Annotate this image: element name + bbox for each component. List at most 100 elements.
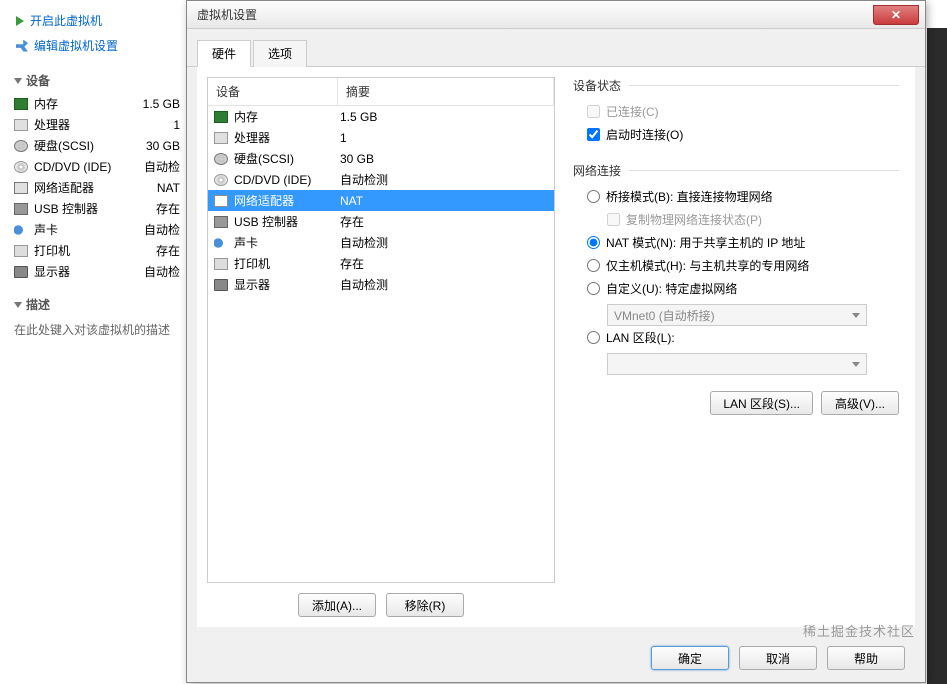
help-button[interactable]: 帮助 [827, 646, 905, 670]
nat-radio-row[interactable]: NAT 模式(N): 用于共享主机的 IP 地址 [571, 231, 899, 254]
chevron-down-icon [14, 78, 22, 84]
hardware-row[interactable]: 硬盘(SCSI)30 GB [208, 148, 554, 169]
network-buttons-row: LAN 区段(S)... 高级(V)... [571, 375, 899, 415]
device-name: 内存 [34, 95, 58, 112]
hardware-row[interactable]: 打印机存在 [208, 253, 554, 274]
dialog-footer: 确定 取消 帮助 [651, 646, 905, 670]
description-placeholder[interactable]: 在此处键入对该虚拟机的描述 [8, 317, 186, 342]
description-section-title: 描述 [26, 296, 50, 313]
summary-device-row[interactable]: 硬盘(SCSI)30 GB [8, 135, 186, 156]
summary-device-row[interactable]: 网络适配器 NAT [8, 177, 186, 198]
hardware-row[interactable]: 显示器自动检测 [208, 274, 554, 295]
custom-label: 自定义(U): 特定虚拟网络 [606, 280, 737, 297]
connect-at-poweron-checkbox[interactable] [587, 128, 600, 141]
dialog-titlebar[interactable]: 虚拟机设置 ✕ [187, 1, 925, 29]
hardware-row[interactable]: 处理器1 [208, 127, 554, 148]
summary-device-row[interactable]: 内存 1.5 GB [8, 93, 186, 114]
hw-summary: 1.5 GB [338, 110, 554, 124]
hw-name: CD/DVD (IDE) [234, 173, 311, 187]
custom-vmnet-combo: VMnet0 (自动桥接) [607, 304, 867, 326]
summary-device-row[interactable]: 显示器自动检 [8, 261, 186, 282]
devices-section-header[interactable]: 设备 [8, 58, 186, 93]
hardware-row[interactable]: USB 控制器存在 [208, 211, 554, 232]
advanced-button[interactable]: 高级(V)... [821, 391, 899, 415]
net-icon [214, 195, 228, 207]
vm-settings-dialog: 虚拟机设置 ✕ 硬件 选项 设备 摘要 内存1.5 GB处理器1硬盘(SCSI)… [186, 0, 926, 683]
chevron-down-icon [852, 362, 860, 367]
hw-summary: NAT [338, 194, 554, 208]
summary-device-row[interactable]: CD/DVD (IDE)自动检 [8, 156, 186, 177]
bridged-radio-row[interactable]: 桥接模式(B): 直接连接物理网络 [571, 185, 899, 208]
col-summary[interactable]: 摘要 [338, 78, 554, 105]
prn-icon [214, 258, 228, 270]
remove-button[interactable]: 移除(R) [386, 593, 464, 617]
bridged-label: 桥接模式(B): 直接连接物理网络 [606, 188, 773, 205]
cpu-icon [214, 132, 228, 144]
summary-device-row[interactable]: 处理器1 [8, 114, 186, 135]
device-value: NAT [157, 181, 180, 195]
device-name: 网络适配器 [34, 179, 94, 196]
nat-radio[interactable] [587, 236, 600, 249]
cpu-icon [14, 119, 28, 131]
hw-summary: 1 [338, 131, 554, 145]
connected-checkbox-row: 已连接(C) [571, 100, 899, 123]
lan-segments-button[interactable]: LAN 区段(S)... [710, 391, 813, 415]
play-icon [16, 16, 24, 26]
description-section-header[interactable]: 描述 [8, 282, 186, 317]
mem-icon [14, 98, 28, 110]
device-value: 自动检 [144, 263, 180, 280]
hardware-row[interactable]: 内存1.5 GB [208, 106, 554, 127]
hw-name: USB 控制器 [234, 213, 298, 230]
connect-at-poweron-row[interactable]: 启动时连接(O) [571, 123, 899, 146]
col-device[interactable]: 设备 [208, 78, 338, 105]
cd-icon [14, 161, 28, 173]
hostonly-radio[interactable] [587, 259, 600, 272]
usb-icon [214, 216, 228, 228]
edit-vm-settings-link[interactable]: 编辑虚拟机设置 [8, 33, 186, 58]
close-button[interactable]: ✕ [873, 5, 919, 25]
add-button[interactable]: 添加(A)... [298, 593, 376, 617]
snd-icon [214, 237, 228, 249]
hardware-row[interactable]: 网络适配器NAT [208, 190, 554, 211]
hardware-row[interactable]: 声卡自动检测 [208, 232, 554, 253]
chevron-down-icon [14, 302, 22, 308]
lan-radio[interactable] [587, 331, 600, 344]
hw-summary: 自动检测 [338, 171, 554, 188]
cancel-button[interactable]: 取消 [739, 646, 817, 670]
vm-summary-panel: 开启此虚拟机 编辑虚拟机设置 设备 内存 1.5 GB 处理器1硬盘(SCSI)30… [0, 0, 186, 684]
lan-radio-row[interactable]: LAN 区段(L): [571, 326, 899, 349]
tab-options[interactable]: 选项 [253, 40, 307, 67]
tab-hardware[interactable]: 硬件 [197, 40, 251, 67]
disk-icon [214, 153, 228, 165]
hw-name: 声卡 [234, 234, 258, 251]
hw-summary: 30 GB [338, 152, 554, 166]
lan-segment-combo [607, 353, 867, 375]
custom-radio-row[interactable]: 自定义(U): 特定虚拟网络 [571, 277, 899, 300]
disk-icon [14, 140, 28, 152]
prn-icon [14, 245, 28, 257]
hostonly-label: 仅主机模式(H): 与主机共享的专用网络 [606, 257, 809, 274]
summary-device-row[interactable]: 打印机存在 [8, 240, 186, 261]
ok-button[interactable]: 确定 [651, 646, 729, 670]
device-name: 硬盘(SCSI) [34, 137, 94, 154]
power-on-vm-link[interactable]: 开启此虚拟机 [8, 8, 186, 33]
bridged-radio[interactable] [587, 190, 600, 203]
hostonly-radio-row[interactable]: 仅主机模式(H): 与主机共享的专用网络 [571, 254, 899, 277]
devices-section-title: 设备 [26, 72, 50, 89]
chevron-down-icon [852, 313, 860, 318]
network-connection-group: 网络连接 桥接模式(B): 直接连接物理网络 复制物理网络连接状态(P) NAT… [571, 162, 899, 415]
dsp-icon [14, 266, 28, 278]
custom-vmnet-value: VMnet0 (自动桥接) [614, 307, 715, 324]
hw-summary: 自动检测 [338, 276, 554, 293]
tab-bar: 硬件 选项 [187, 29, 925, 67]
summary-device-row[interactable]: 声卡自动检 [8, 219, 186, 240]
custom-radio[interactable] [587, 282, 600, 295]
device-value: 1.5 GB [143, 97, 180, 111]
replicate-checkbox [607, 213, 620, 226]
device-value: 自动检 [144, 158, 180, 175]
summary-device-row[interactable]: USB 控制器存在 [8, 198, 186, 219]
hardware-row[interactable]: CD/DVD (IDE) 自动检测 [208, 169, 554, 190]
cd-icon [214, 174, 228, 186]
mem-icon [214, 111, 228, 123]
power-on-label: 开启此虚拟机 [30, 12, 102, 29]
